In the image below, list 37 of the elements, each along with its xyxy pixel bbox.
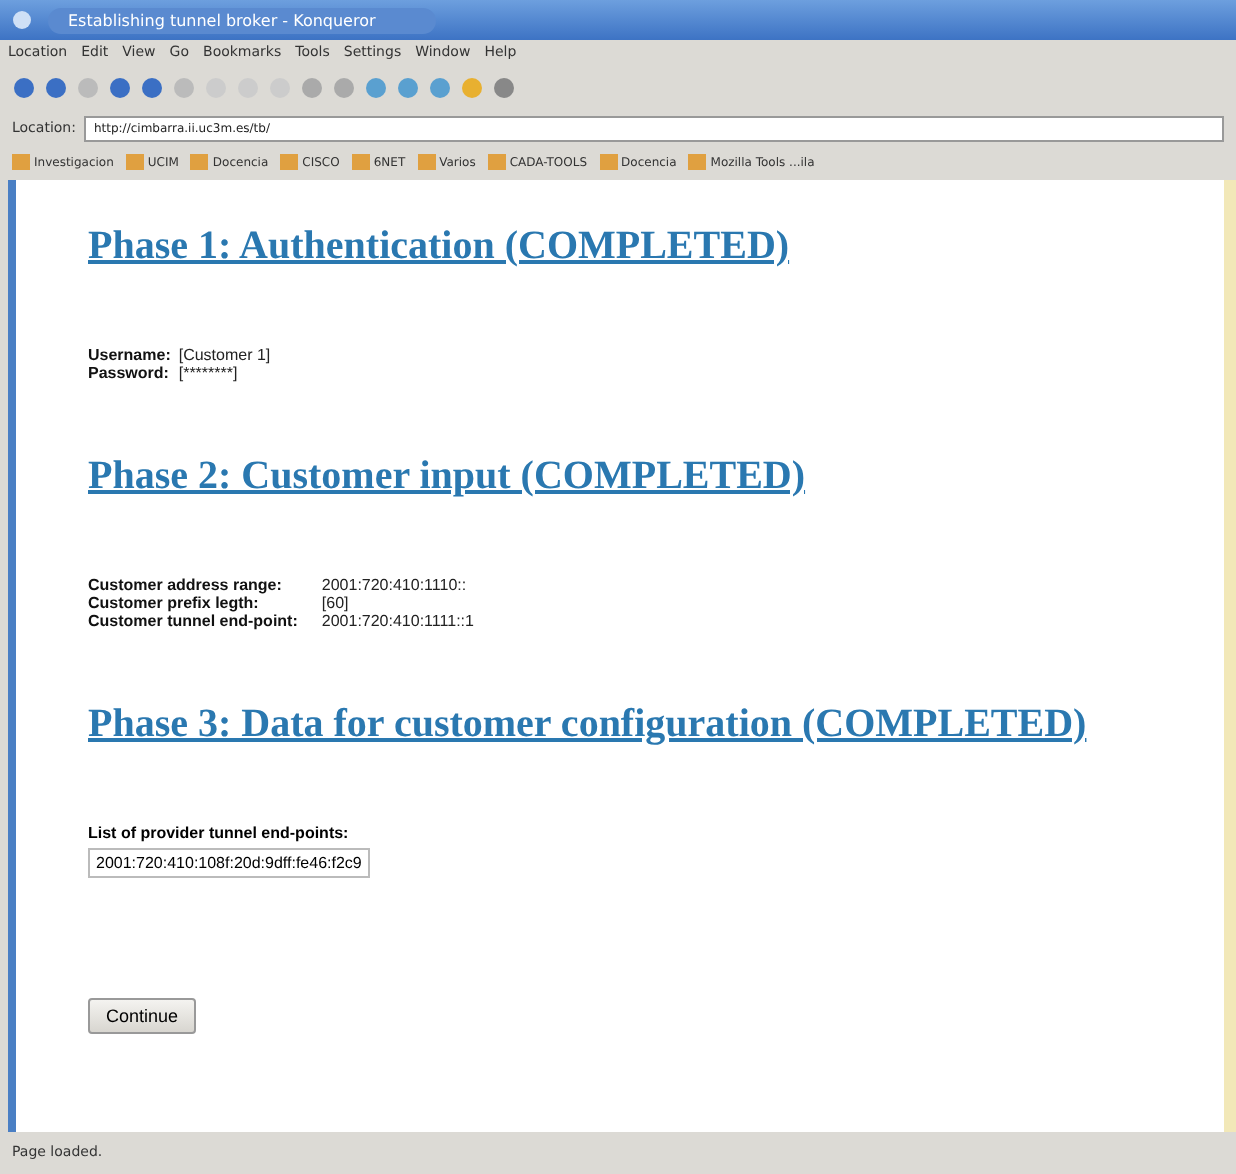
section-heading: Phase 3: Data for customer configuration (COMPLETED) (88, 702, 1089, 748)
field-label: Password: (88, 364, 171, 382)
folder-icon (487, 154, 506, 170)
folder-icon (417, 154, 436, 170)
list-label: List of provider tunnel end-points: (88, 824, 351, 842)
folder-icon (280, 154, 299, 170)
toolbar-icon[interactable] (332, 76, 356, 100)
field-value: [********] (178, 364, 240, 382)
window-menu-icon[interactable] (12, 10, 32, 30)
folder-icon (190, 154, 209, 170)
toolbar-icon[interactable] (396, 76, 420, 100)
continue-button[interactable]: Continue (88, 998, 197, 1034)
toolbar-icon[interactable] (12, 76, 36, 100)
toolbar-icon[interactable] (140, 76, 164, 100)
field-value: 2001:720:410:1111::1 (321, 612, 474, 630)
section-heading: Phase 1: Authentication (COMPLETED) (88, 224, 792, 270)
folder-icon (599, 154, 618, 170)
field-label: Username: (88, 346, 171, 364)
field-value: 2001:720:410:1110:: (321, 576, 469, 594)
toolbar-icon[interactable] (428, 76, 452, 100)
toolbar-icon[interactable] (364, 76, 388, 100)
field-label: Customer tunnel end-point: (88, 612, 298, 630)
toolbar-icon[interactable] (108, 76, 132, 100)
field-label: Customer address range: (88, 576, 284, 594)
section-heading: Phase 2: Customer input (COMPLETED) (88, 454, 808, 500)
folder-icon (12, 154, 30, 170)
folder-icon (125, 154, 144, 170)
folder-icon (688, 154, 707, 170)
endpoint-list[interactable]: 2001:720:410:108f:20d:9dff:fe46:f2c9 (88, 848, 370, 878)
toolbar-icon[interactable] (44, 76, 68, 100)
toolbar-icon[interactable] (300, 76, 324, 100)
field-value: [60] (321, 594, 351, 612)
field-label: Customer prefix legth: (88, 594, 261, 612)
field-value: [Customer 1] (178, 346, 271, 364)
folder-icon (351, 154, 370, 170)
window-title: Establishing tunnel broker - Konqueror (48, 7, 436, 33)
toolbar-icon[interactable] (492, 76, 516, 100)
